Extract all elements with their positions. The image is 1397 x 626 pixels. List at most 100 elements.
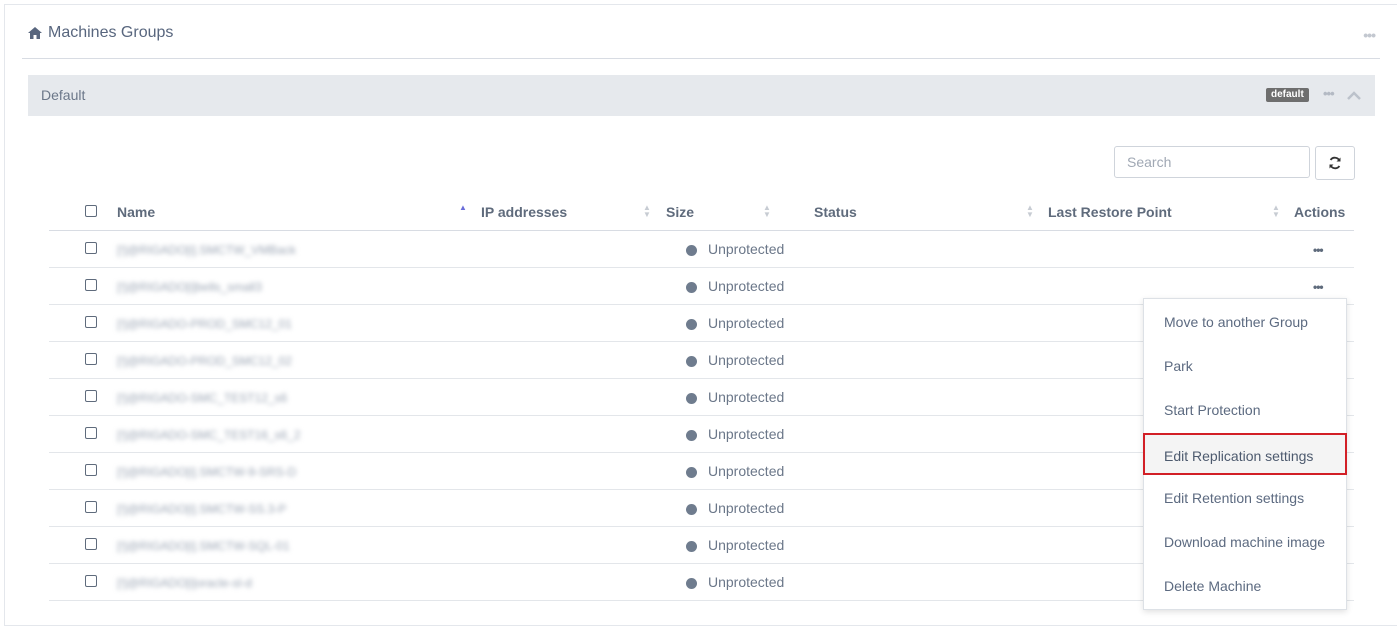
machine-name[interactable]: [!]@RIGADO-PROD_SMC12_01: [117, 317, 292, 331]
machine-name-cell: [!]@RIGADO-SMC_TEST16_s6_2: [117, 415, 481, 453]
machine-name[interactable]: [!]@RIGADO[i].SMCTW_VMBack: [117, 243, 296, 257]
refresh-icon: [1329, 156, 1341, 170]
status-text: Unprotected: [708, 463, 785, 479]
status-cell: Unprotected: [686, 267, 1048, 305]
page-more-icon[interactable]: •••: [1363, 27, 1376, 43]
status-dot-icon: [686, 244, 697, 256]
row-checkbox[interactable]: [85, 501, 97, 513]
status-cell: Unprotected: [686, 378, 1048, 416]
row-select-cell: [49, 526, 117, 564]
status-text: Unprotected: [708, 574, 785, 590]
status-dot-icon: [686, 355, 697, 367]
column-label: Name: [117, 204, 156, 220]
machine-name-cell: [!]@RIGADO[i]oracle-sl-d: [117, 563, 481, 601]
row-select-cell: [49, 267, 117, 305]
status-dot-icon: [686, 540, 697, 552]
row-checkbox[interactable]: [85, 279, 97, 291]
table-row[interactable]: [!]@RIGADO[i].SMCTW_VMBack Unprotected •••: [49, 230, 1354, 268]
status-text: Unprotected: [708, 500, 785, 516]
status-text: Unprotected: [708, 278, 785, 294]
column-label: Status: [814, 204, 857, 220]
ip-cell: [481, 230, 666, 268]
row-select-cell: [49, 452, 117, 490]
status-cell: Unprotected: [686, 563, 1048, 601]
machine-name[interactable]: [!]@RIGADO[i]oracle-sl-d: [117, 576, 252, 590]
machine-name-cell: [!]@RIGADO[i].SMCTW-9-SRS-D: [117, 452, 481, 490]
status-cell: Unprotected: [686, 230, 1048, 268]
ip-cell: [481, 526, 666, 564]
select-all-checkbox[interactable]: [85, 205, 97, 217]
status-cell: Unprotected: [686, 526, 1048, 564]
status-text: Unprotected: [708, 315, 785, 331]
machine-name[interactable]: [!]@RIGADO[i].SMCTW-SS.3-P: [117, 502, 286, 516]
status-cell: Unprotected: [686, 304, 1048, 342]
sort-icon: ▲ ▼: [643, 203, 651, 219]
status-text: Unprotected: [708, 426, 785, 442]
ip-cell: [481, 452, 666, 490]
row-actions-icon[interactable]: •••: [1313, 243, 1324, 257]
search-input[interactable]: [1114, 146, 1310, 178]
column-label: Actions: [1294, 204, 1346, 220]
row-checkbox[interactable]: [85, 353, 97, 365]
row-checkbox[interactable]: [85, 575, 97, 587]
ip-cell: [481, 378, 666, 416]
ip-cell: [481, 489, 666, 527]
row-checkbox[interactable]: [85, 427, 97, 439]
machine-name[interactable]: [!]@RIGADO-PROD_SMC12_02: [117, 354, 292, 368]
sort-icon: ▲ ▼: [1272, 203, 1280, 219]
column-header-size[interactable]: Size ▲ ▼: [666, 194, 814, 231]
menu-item-edit-replication-settings[interactable]: Edit Replication settings: [1143, 433, 1347, 475]
divider: [22, 58, 1380, 59]
select-all-cell: [49, 194, 117, 231]
menu-item-start-protection[interactable]: Start Protection: [1144, 389, 1346, 431]
row-actions-icon[interactable]: •••: [1313, 280, 1324, 294]
group-more-icon[interactable]: •••: [1323, 86, 1335, 101]
page-title-text: Machines Groups: [48, 24, 174, 41]
ip-cell: [481, 267, 666, 305]
machine-name[interactable]: [!]@RIGADO[i].SMCTW-SQL-01: [117, 539, 290, 553]
menu-item-download-machine-image[interactable]: Download machine image: [1144, 521, 1346, 563]
chevron-up-icon[interactable]: [1346, 89, 1362, 101]
ip-cell: [481, 341, 666, 379]
status-text: Unprotected: [708, 537, 785, 553]
column-label: Last Restore Point: [1048, 204, 1172, 220]
machine-name-cell: [!]@RIGADO[i].SMCTW-SS.3-P: [117, 489, 481, 527]
ip-cell: [481, 415, 666, 453]
machine-name[interactable]: [!]@RIGADO-SMC_TEST16_s6_2: [117, 428, 301, 442]
column-header-ip[interactable]: IP addresses ▲ ▼: [481, 194, 666, 231]
row-checkbox[interactable]: [85, 538, 97, 550]
actions-cell: •••: [1294, 230, 1354, 268]
row-select-cell: [49, 230, 117, 268]
machine-name-cell: [!]@RIGADO-SMC_TEST12_s6: [117, 378, 481, 416]
column-label: IP addresses: [481, 204, 568, 220]
column-header-last-restore[interactable]: Last Restore Point ▲ ▼: [1048, 194, 1294, 231]
column-header-name[interactable]: Name ▲: [117, 194, 481, 231]
menu-item-move-to-another-group[interactable]: Move to another Group: [1144, 301, 1346, 343]
row-checkbox[interactable]: [85, 316, 97, 328]
machine-name-cell: [!]@RIGADO-PROD_SMC12_02: [117, 341, 481, 379]
table-header-row: Name ▲ IP addresses ▲ ▼ Size ▲ ▼ Status ▲ ▼…: [49, 194, 1354, 231]
row-select-cell: [49, 415, 117, 453]
column-header-status[interactable]: Status ▲ ▼: [814, 194, 1048, 231]
group-header[interactable]: Default default •••: [28, 75, 1375, 116]
menu-item-delete-machine[interactable]: Delete Machine: [1144, 565, 1346, 607]
menu-item-edit-retention-settings[interactable]: Edit Retention settings: [1144, 477, 1346, 519]
row-checkbox[interactable]: [85, 242, 97, 254]
status-dot-icon: [686, 466, 697, 478]
ip-cell: [481, 563, 666, 601]
refresh-button[interactable]: [1315, 146, 1355, 180]
machine-name[interactable]: [!]@RIGADO[i]bells_small3: [117, 280, 262, 294]
row-checkbox[interactable]: [85, 390, 97, 402]
machine-name[interactable]: [!]@RIGADO[i].SMCTW-9-SRS-D: [117, 465, 296, 479]
status-cell: Unprotected: [686, 415, 1048, 453]
column-label: Size: [666, 204, 695, 220]
menu-item-park[interactable]: Park: [1144, 345, 1346, 387]
actions-context-menu: Move to another Group Park Start Protectio…: [1143, 298, 1347, 610]
machine-name[interactable]: [!]@RIGADO-SMC_TEST12_s6: [117, 391, 287, 405]
status-text: Unprotected: [708, 241, 785, 257]
status-text: Unprotected: [708, 389, 785, 405]
row-checkbox[interactable]: [85, 464, 97, 476]
sort-icon: ▲: [459, 203, 467, 212]
row-select-cell: [49, 378, 117, 416]
group-badge: default: [1266, 88, 1309, 102]
